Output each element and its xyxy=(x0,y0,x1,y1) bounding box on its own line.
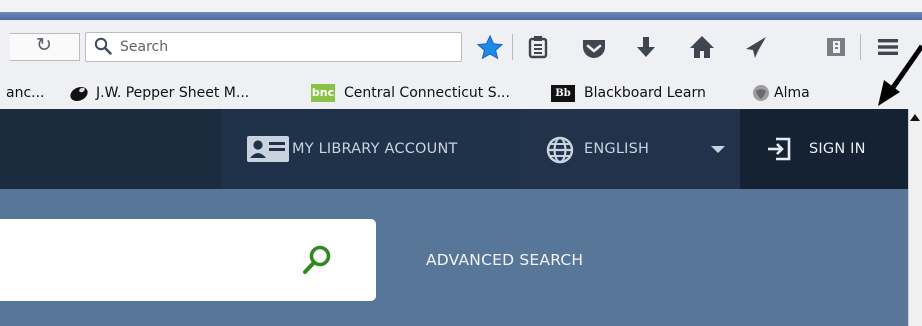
toolbar-divider xyxy=(860,34,861,60)
bookmark-item[interactable]: Alma xyxy=(774,85,810,101)
scrollbar[interactable] xyxy=(908,109,922,326)
chevron-down-icon xyxy=(711,146,725,153)
toolbar-divider xyxy=(512,34,513,60)
pepper-icon xyxy=(70,86,88,102)
pocket-icon[interactable] xyxy=(578,32,610,62)
send-icon[interactable] xyxy=(740,32,772,62)
language-label: ENGLISH xyxy=(584,141,650,157)
download-icon[interactable] xyxy=(630,32,662,62)
bookmark-item[interactable]: anc... xyxy=(6,85,45,101)
sign-in-label: SIGN IN xyxy=(809,141,866,157)
search-icon[interactable] xyxy=(302,244,332,276)
bookmark-label: J.W. Pepper Sheet M... xyxy=(96,85,250,101)
reading-list-icon[interactable] xyxy=(522,32,554,62)
bookmark-item[interactable]: Blackboard Learn xyxy=(584,85,706,101)
bookmark-star-icon[interactable] xyxy=(474,32,506,62)
id-card-icon xyxy=(247,136,289,162)
blackboard-icon: Bb xyxy=(551,85,575,102)
globe-icon xyxy=(546,136,574,164)
search-icon xyxy=(94,37,112,55)
my-library-account-label: MY LIBRARY ACCOUNT xyxy=(292,141,458,157)
reload-icon[interactable]: ↻ xyxy=(36,34,52,56)
extension-icon[interactable] xyxy=(820,32,852,62)
window-title-bar xyxy=(0,12,922,20)
bookmark-label: anc... xyxy=(6,85,45,101)
advanced-search-link[interactable]: ADVANCED SEARCH xyxy=(426,251,583,269)
sign-in-icon xyxy=(768,137,791,161)
bookmark-label: Alma xyxy=(774,85,810,101)
bookmark-label: Central Connecticut S... xyxy=(344,85,510,101)
bnc-icon: bnc xyxy=(311,84,335,102)
bookmark-label: Blackboard Learn xyxy=(584,85,706,101)
search-placeholder: Search xyxy=(120,39,169,55)
alma-icon xyxy=(753,85,769,101)
home-icon[interactable] xyxy=(686,32,718,62)
bookmark-item[interactable]: J.W. Pepper Sheet M... xyxy=(96,85,249,101)
scroll-up-icon[interactable] xyxy=(909,111,921,125)
annotation-arrow-icon xyxy=(878,44,922,106)
bookmark-item[interactable]: Central Connecticut S... xyxy=(344,85,510,101)
